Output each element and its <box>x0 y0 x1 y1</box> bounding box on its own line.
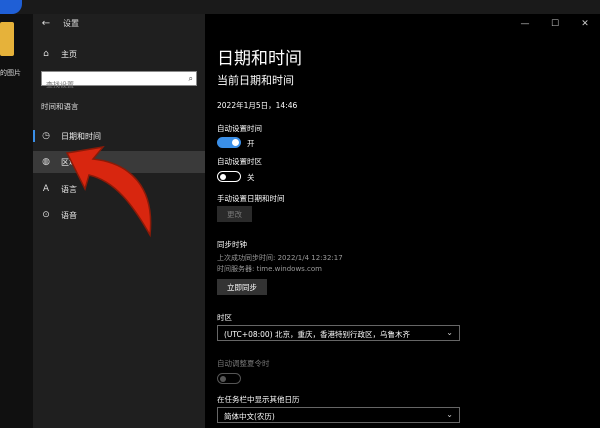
sidebar-item-label: 日期和时间 <box>61 131 101 141</box>
change-button[interactable]: 更改 <box>217 206 252 222</box>
desktop-icon-label: 的图片 <box>0 69 21 77</box>
section-heading: 时间和语言 <box>41 102 79 111</box>
back-arrow-icon[interactable]: ← <box>39 17 53 31</box>
desktop-top-bar <box>0 0 600 14</box>
caption-buttons: — ☐ ✕ <box>510 14 600 34</box>
current-datetime-heading: 当前日期和时间 <box>217 74 294 87</box>
close-button[interactable]: ✕ <box>570 14 600 34</box>
clock-icon: ◷ <box>42 131 50 141</box>
auto-time-toggle[interactable] <box>217 137 241 148</box>
window-title: 设置 <box>63 19 79 28</box>
auto-time-label: 自动设置时间 <box>217 124 262 133</box>
timezone-value: (UTC+08:00) 北京，重庆，香港特别行政区，乌鲁木齐 <box>224 330 411 339</box>
title-bar: ← 设置 <box>33 14 205 34</box>
dst-toggle[interactable] <box>217 373 241 384</box>
sidebar-item-date-time[interactable]: ◷ 日期和时间 <box>33 125 205 147</box>
folder-icon[interactable] <box>0 22 14 56</box>
calendar-dropdown[interactable]: 简体中文(农历) ⌄ <box>217 407 460 423</box>
current-datetime-value: 2022年1月5日，14:46 <box>217 101 298 110</box>
minimize-button[interactable]: — <box>510 14 540 34</box>
chevron-down-icon: ⌄ <box>446 410 453 419</box>
auto-timezone-label: 自动设置时区 <box>217 157 262 166</box>
globe-icon: ◍ <box>42 157 50 167</box>
timezone-dropdown[interactable]: (UTC+08:00) 北京，重庆，香港特别行政区，乌鲁木齐 ⌄ <box>217 325 460 341</box>
time-server-text: 时间服务器: time.windows.com <box>217 265 323 273</box>
microphone-icon: ⊙ <box>42 210 50 220</box>
search-icon[interactable]: ⌕ <box>189 74 193 84</box>
language-icon: A <box>42 184 50 194</box>
last-sync-text: 上次成功同步时间: 2022/1/4 12:32:17 <box>217 254 343 262</box>
annotation-arrow-icon <box>65 145 152 238</box>
search-box[interactable]: ⌕ <box>41 71 197 92</box>
maximize-button[interactable]: ☐ <box>540 14 570 34</box>
calendar-value: 简体中文(农历) <box>224 412 275 421</box>
sidebar-item-label: 主页 <box>61 49 77 59</box>
home-icon: ⌂ <box>43 49 49 59</box>
auto-time-state: 开 <box>247 139 255 148</box>
sync-now-button[interactable]: 立即同步 <box>217 279 267 295</box>
chevron-down-icon: ⌄ <box>446 328 453 337</box>
dst-label: 自动调整夏令时 <box>217 359 270 368</box>
calendar-label: 在任务栏中显示其他日历 <box>217 395 300 404</box>
sidebar-item-home[interactable]: ⌂ 主页 <box>33 43 205 65</box>
sync-clock-heading: 同步时钟 <box>217 240 247 249</box>
search-input[interactable] <box>42 78 180 92</box>
main-pane: — ☐ ✕ 日期和时间 当前日期和时间 2022年1月5日，14:46 自动设置… <box>205 14 600 428</box>
auto-timezone-state: 关 <box>247 173 255 182</box>
auto-timezone-toggle[interactable] <box>217 171 241 182</box>
timezone-label: 时区 <box>217 313 232 322</box>
manual-datetime-label: 手动设置日期和时间 <box>217 194 285 203</box>
page-title: 日期和时间 <box>217 49 302 69</box>
